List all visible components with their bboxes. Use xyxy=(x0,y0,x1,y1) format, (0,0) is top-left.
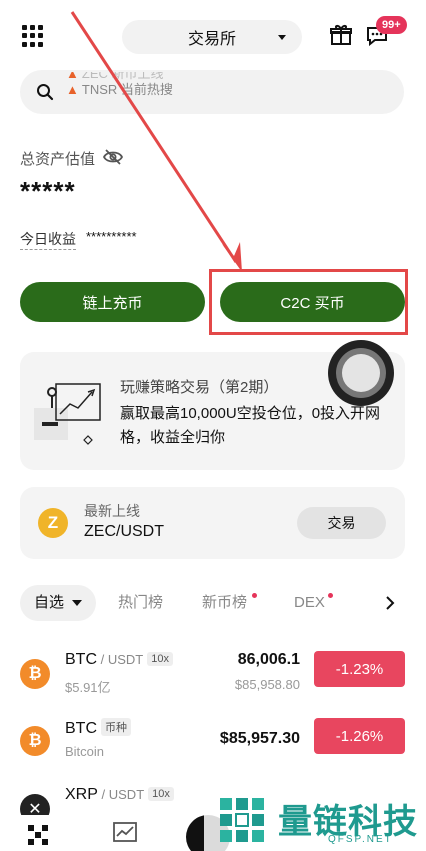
floating-assistive-button[interactable] xyxy=(328,340,394,406)
leverage-tag: 10x xyxy=(148,787,174,801)
chevron-down-icon xyxy=(278,35,286,40)
exchange-mode-label: 交易所 xyxy=(187,31,236,48)
tab-label: 自选 xyxy=(34,594,65,611)
change-badge[interactable]: -1.26% xyxy=(314,718,405,754)
last-price: 86,006.1 xyxy=(237,651,300,668)
promo-title: 玩赚策略交易（第2期） xyxy=(120,379,279,396)
exchange-mode-select[interactable]: 交易所 xyxy=(122,20,302,54)
today-earnings-label: 今日收益 xyxy=(20,229,76,250)
search-icon xyxy=(37,84,54,101)
new-dot-indicator xyxy=(252,593,257,598)
new-listing-pair: ZEC/USDT xyxy=(84,523,164,540)
watermark-url: QFSP.NET xyxy=(328,834,393,845)
leverage-tag: 10x xyxy=(147,652,173,666)
top-bar: 交易所 99+ xyxy=(0,0,426,68)
total-assets-label: 总资产估值 xyxy=(20,151,96,168)
pair-symbol: BTC 币种 xyxy=(65,718,131,738)
search-suggestions: ▲ ZEC 新币上线 ▲ TNSR 当前热搜 xyxy=(66,72,173,112)
coin-name: Bitcoin xyxy=(65,744,105,759)
last-price: $85,957.30 xyxy=(219,730,300,747)
home-logo-icon[interactable] xyxy=(26,823,50,847)
market-row[interactable]: ₿ BTC / USDT 10x $5.91亿 86,006.1 $85,958.… xyxy=(0,645,426,711)
watermark: 量链科技 QFSP.NET xyxy=(204,790,426,851)
tab-label: 新币榜 xyxy=(202,594,248,611)
trade-button[interactable]: 交易 xyxy=(297,507,386,539)
chevron-down-icon xyxy=(72,600,83,606)
btc-coin-icon: ₿ xyxy=(20,659,50,689)
fire-icon: ▲ xyxy=(66,72,79,81)
tab-favorites[interactable]: 自选 xyxy=(20,585,97,621)
search-bar[interactable]: ▲ ZEC 新币上线 ▲ TNSR 当前热搜 xyxy=(20,70,404,114)
coin-type-tag: 币种 xyxy=(101,718,131,736)
today-earnings-value: ********** xyxy=(86,229,137,244)
fire-icon: ▲ xyxy=(66,82,79,97)
tab-dex[interactable]: DEX xyxy=(294,585,333,621)
chevron-right-icon[interactable] xyxy=(384,595,396,611)
markets-chart-icon[interactable] xyxy=(112,821,138,845)
pair-symbol: XRP / USDT 10x xyxy=(65,786,174,804)
change-badge[interactable]: -1.23% xyxy=(314,651,405,687)
tab-label: 热门榜 xyxy=(118,594,164,611)
apps-grid-icon[interactable] xyxy=(22,25,44,47)
market-tabs: 自选 热门榜 新币榜 DEX xyxy=(20,585,410,621)
zec-coin-icon: Z xyxy=(38,508,68,538)
promo-description: 赢取最高10,000U空投仓位，0投入开网格，收益全归你 xyxy=(120,405,381,446)
grid-strategy-illustration xyxy=(34,383,101,445)
onchain-deposit-button[interactable]: 链上充币 xyxy=(20,282,205,322)
gift-icon[interactable] xyxy=(330,24,352,46)
tab-label: DEX xyxy=(294,594,325,611)
btc-coin-icon: ₿ xyxy=(20,726,50,756)
tab-new-coins[interactable]: 新币榜 xyxy=(202,585,257,621)
market-row[interactable]: ₿ BTC 币种 Bitcoin $85,957.30 -1.26% xyxy=(0,712,426,778)
usd-price: $85,958.80 xyxy=(234,677,300,692)
new-listing-card[interactable]: Z 最新上线 ZEC/USDT 交易 xyxy=(20,487,405,559)
new-dot-indicator xyxy=(328,593,333,598)
watermark-logo xyxy=(220,798,264,842)
new-listing-label: 最新上线 xyxy=(84,503,140,519)
notification-badge: 99+ xyxy=(376,16,407,34)
eye-hidden-icon[interactable] xyxy=(103,148,123,166)
pair-symbol: BTC / USDT 10x xyxy=(65,651,173,669)
volume: $5.91亿 xyxy=(65,680,111,695)
total-assets-value: ***** xyxy=(20,176,76,206)
search-suggestion-2: TNSR 当前热搜 xyxy=(81,82,173,97)
annotation-highlight-box xyxy=(209,269,408,335)
search-suggestion-1: ZEC 新币上线 xyxy=(81,72,164,81)
tab-hot[interactable]: 热门榜 xyxy=(118,585,163,621)
